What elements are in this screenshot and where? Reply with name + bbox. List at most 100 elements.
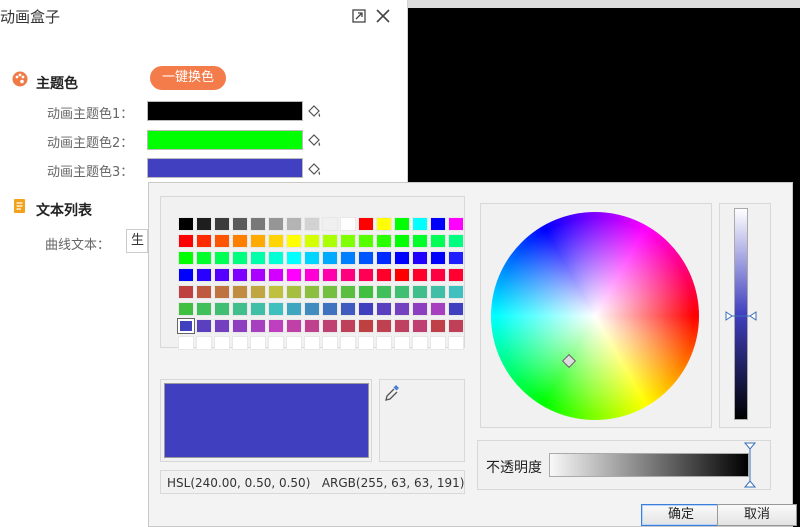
one-click-recolor-button[interactable]: 一键换色 bbox=[150, 66, 226, 90]
palette-swatch[interactable] bbox=[322, 217, 338, 231]
cancel-button[interactable]: 取消 bbox=[717, 504, 797, 526]
palette-swatch[interactable] bbox=[430, 285, 446, 299]
palette-swatch[interactable] bbox=[448, 285, 464, 299]
palette-swatch[interactable] bbox=[232, 217, 248, 231]
palette-swatch[interactable] bbox=[214, 302, 230, 316]
palette-swatch[interactable] bbox=[394, 319, 410, 333]
palette-swatch[interactable] bbox=[232, 234, 248, 248]
palette-swatch[interactable] bbox=[304, 268, 320, 282]
palette-swatch[interactable] bbox=[232, 302, 248, 316]
palette-swatch[interactable] bbox=[268, 251, 284, 265]
palette-swatch[interactable] bbox=[376, 217, 392, 231]
palette-swatch[interactable] bbox=[448, 251, 464, 265]
palette-swatch[interactable] bbox=[178, 285, 194, 299]
palette-swatch[interactable] bbox=[358, 234, 374, 248]
palette-swatch[interactable] bbox=[394, 302, 410, 316]
lightness-slider-handle[interactable] bbox=[725, 311, 757, 321]
palette-swatch[interactable] bbox=[412, 285, 428, 299]
palette-swatch[interactable] bbox=[286, 251, 302, 265]
palette-swatch[interactable] bbox=[358, 336, 374, 350]
palette-swatch[interactable] bbox=[412, 319, 428, 333]
theme-color-3-swatch[interactable] bbox=[147, 158, 303, 178]
restore-icon[interactable] bbox=[350, 7, 368, 25]
palette-swatch[interactable] bbox=[412, 251, 428, 265]
palette-swatch[interactable] bbox=[412, 302, 428, 316]
palette-swatch[interactable] bbox=[322, 234, 338, 248]
palette-swatch[interactable] bbox=[340, 251, 356, 265]
palette-swatch[interactable] bbox=[232, 336, 248, 350]
palette-swatch[interactable] bbox=[214, 234, 230, 248]
palette-swatch[interactable] bbox=[376, 251, 392, 265]
palette-swatch[interactable] bbox=[430, 251, 446, 265]
palette-swatch[interactable] bbox=[412, 336, 428, 350]
opacity-bar[interactable] bbox=[549, 453, 749, 477]
palette-swatch[interactable] bbox=[250, 268, 266, 282]
palette-swatch[interactable] bbox=[430, 319, 446, 333]
palette-swatch[interactable] bbox=[304, 251, 320, 265]
palette-swatch[interactable] bbox=[250, 302, 266, 316]
paint-bucket-icon[interactable] bbox=[306, 161, 322, 177]
palette-swatch[interactable] bbox=[268, 336, 284, 350]
palette-swatch[interactable] bbox=[376, 234, 392, 248]
palette-swatch[interactable] bbox=[268, 268, 284, 282]
palette-swatch[interactable] bbox=[304, 285, 320, 299]
palette-swatch[interactable] bbox=[304, 234, 320, 248]
eyedropper-icon[interactable] bbox=[384, 384, 400, 402]
palette-swatch[interactable] bbox=[178, 268, 194, 282]
palette-swatch[interactable] bbox=[286, 234, 302, 248]
palette-swatch[interactable] bbox=[430, 336, 446, 350]
palette-swatch[interactable] bbox=[196, 336, 212, 350]
palette-swatch[interactable] bbox=[196, 251, 212, 265]
palette-swatch[interactable] bbox=[214, 251, 230, 265]
palette-swatch[interactable] bbox=[214, 217, 230, 231]
palette-swatch[interactable] bbox=[196, 302, 212, 316]
palette-swatch[interactable] bbox=[412, 217, 428, 231]
palette-swatch[interactable] bbox=[214, 319, 230, 333]
palette-swatch[interactable] bbox=[394, 285, 410, 299]
palette-swatch[interactable] bbox=[394, 234, 410, 248]
palette-swatch[interactable] bbox=[178, 217, 194, 231]
palette-swatch[interactable] bbox=[268, 217, 284, 231]
palette-swatch[interactable] bbox=[250, 319, 266, 333]
palette-swatch[interactable] bbox=[177, 318, 195, 334]
palette-swatch[interactable] bbox=[340, 217, 356, 231]
palette-swatch[interactable] bbox=[304, 217, 320, 231]
palette-swatch[interactable] bbox=[412, 268, 428, 282]
palette-swatch[interactable] bbox=[394, 268, 410, 282]
palette-swatch[interactable] bbox=[358, 217, 374, 231]
palette-swatch[interactable] bbox=[286, 285, 302, 299]
palette-swatch[interactable] bbox=[448, 268, 464, 282]
palette-swatch[interactable] bbox=[340, 302, 356, 316]
color-wheel[interactable] bbox=[491, 212, 699, 420]
palette-swatch[interactable] bbox=[358, 302, 374, 316]
palette-swatch[interactable] bbox=[196, 319, 212, 333]
palette-swatch[interactable] bbox=[178, 234, 194, 248]
palette-swatch[interactable] bbox=[358, 319, 374, 333]
palette-swatch[interactable] bbox=[178, 251, 194, 265]
palette-swatch[interactable] bbox=[412, 234, 428, 248]
palette-swatch[interactable] bbox=[322, 336, 338, 350]
palette-swatch[interactable] bbox=[448, 302, 464, 316]
palette-swatch[interactable] bbox=[250, 217, 266, 231]
palette-swatch[interactable] bbox=[448, 336, 464, 350]
palette-swatch[interactable] bbox=[448, 234, 464, 248]
palette-swatch[interactable] bbox=[232, 319, 248, 333]
palette-swatch[interactable] bbox=[376, 319, 392, 333]
palette-swatch[interactable] bbox=[268, 285, 284, 299]
palette-swatch[interactable] bbox=[250, 251, 266, 265]
palette-swatch[interactable] bbox=[430, 302, 446, 316]
palette-swatch[interactable] bbox=[394, 217, 410, 231]
close-icon[interactable] bbox=[374, 7, 392, 25]
palette-swatch[interactable] bbox=[340, 285, 356, 299]
palette-swatch[interactable] bbox=[340, 336, 356, 350]
palette-swatch[interactable] bbox=[430, 234, 446, 248]
palette-swatch[interactable] bbox=[232, 251, 248, 265]
palette-swatch[interactable] bbox=[232, 285, 248, 299]
palette-swatch[interactable] bbox=[268, 234, 284, 248]
paint-bucket-icon[interactable] bbox=[306, 132, 322, 148]
palette-swatch[interactable] bbox=[448, 319, 464, 333]
palette-swatch[interactable] bbox=[322, 319, 338, 333]
palette-swatch[interactable] bbox=[214, 336, 230, 350]
palette-swatch[interactable] bbox=[358, 251, 374, 265]
palette-swatch[interactable] bbox=[178, 336, 194, 350]
